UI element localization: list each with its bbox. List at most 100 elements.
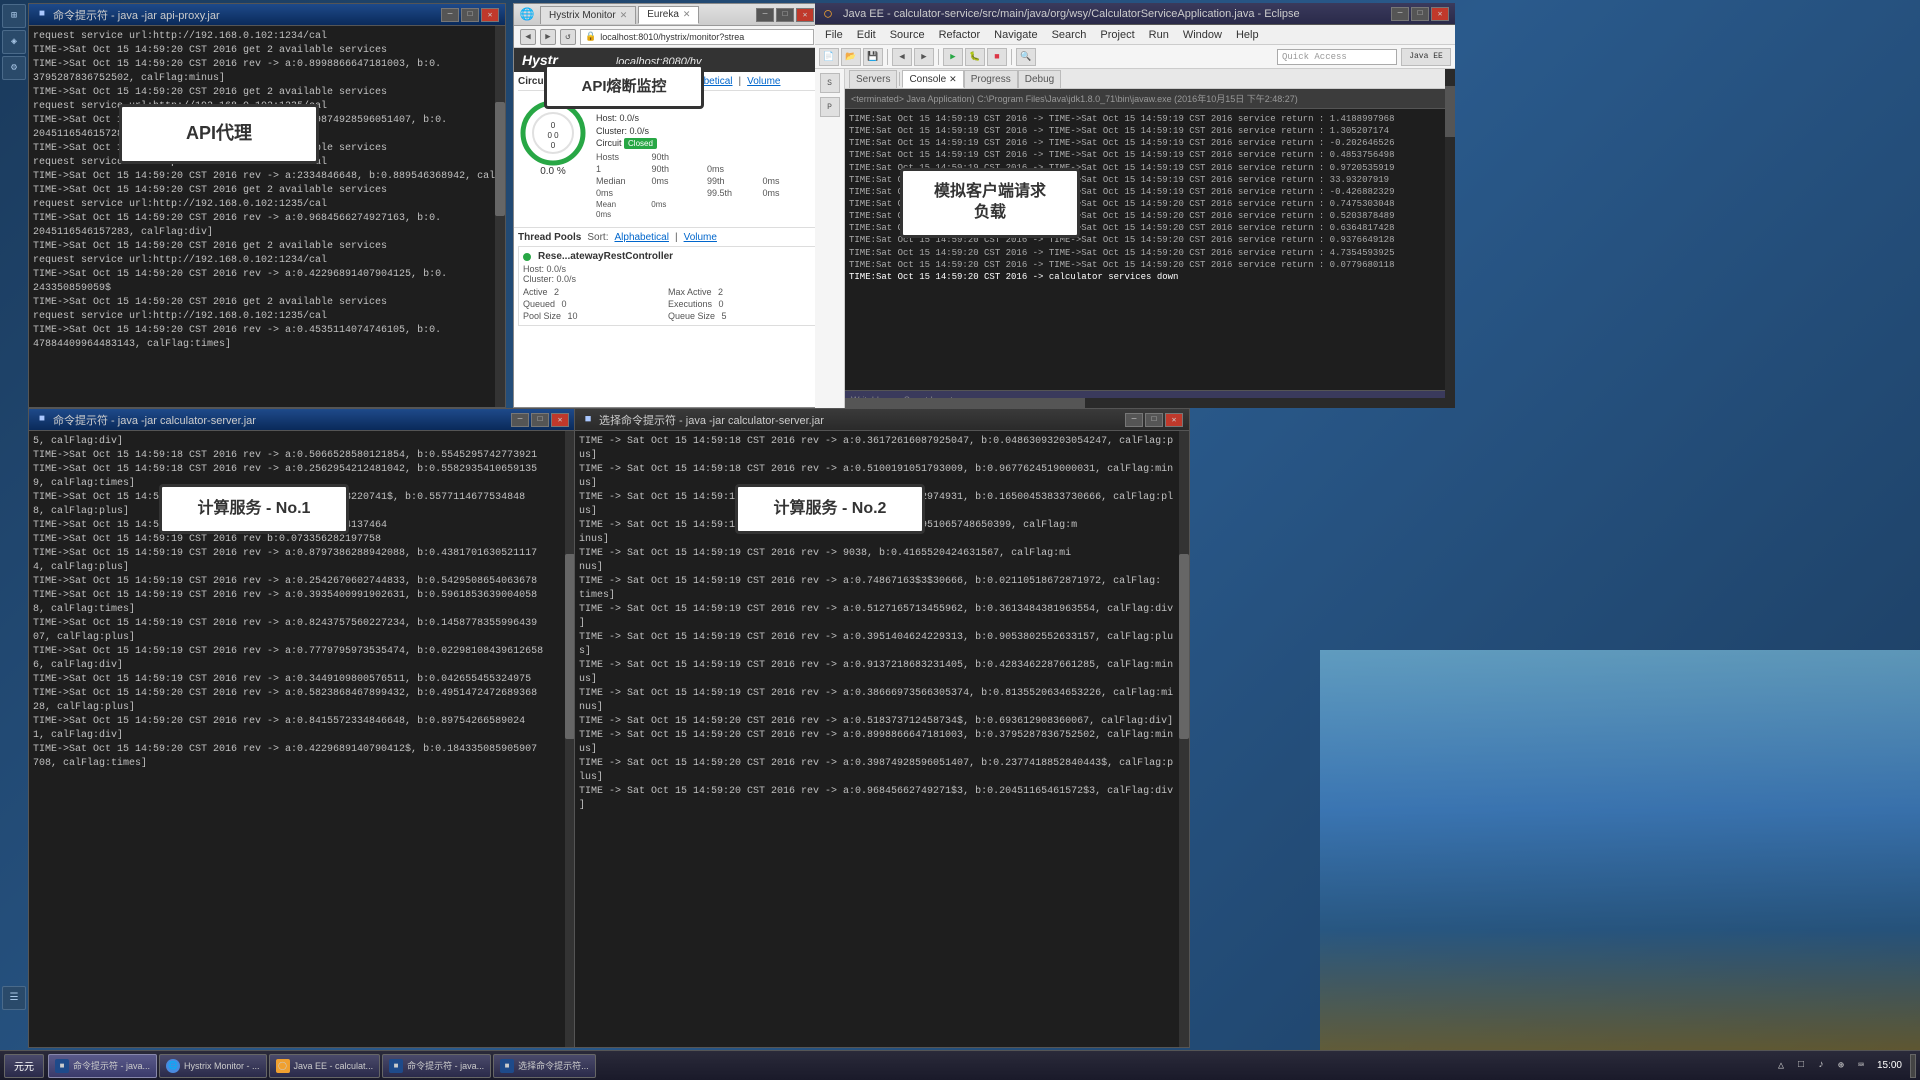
console-line: TIME:Sat Oct 15 14:59:19 CST 2016 -> TIM…: [849, 113, 1451, 125]
taskbar-btn-4[interactable]: ■ 命令提示符 - java...: [382, 1054, 491, 1078]
show-desktop-button[interactable]: [1910, 1054, 1916, 1078]
cmd-line: TIME->Sat Oct 15 14:59:20 CST 2016 rev -…: [33, 324, 501, 338]
menu-project[interactable]: Project: [1094, 27, 1140, 43]
maximize-eclipse[interactable]: □: [1411, 7, 1429, 21]
eclipse-servers-btn[interactable]: S: [820, 73, 840, 93]
threadpool-item: Rese...atewayRestController Host: 0.0/s …: [518, 246, 816, 326]
nav-forward[interactable]: ▶: [540, 29, 556, 45]
sidebar-icon-1[interactable]: ⊞: [2, 4, 26, 28]
sidebar-icon-2[interactable]: ◈: [2, 30, 26, 54]
maximize-cmd3[interactable]: □: [1145, 413, 1163, 427]
tab-progress[interactable]: Progress: [964, 70, 1018, 88]
tb-search[interactable]: 🔍: [1016, 48, 1036, 66]
tab-console[interactable]: Console ✕: [902, 70, 963, 88]
tp-sort-alpha[interactable]: Alphabetical: [614, 232, 668, 243]
console-close-icon[interactable]: ✕: [949, 74, 957, 85]
taskbar-btn-2[interactable]: 🌐 Hystrix Monitor - ...: [159, 1054, 267, 1078]
menu-help[interactable]: Help: [1230, 27, 1265, 43]
menu-edit[interactable]: Edit: [851, 27, 882, 43]
close-cmd2[interactable]: ✕: [551, 413, 569, 427]
minimize-btn-1[interactable]: ─: [441, 8, 459, 22]
browser-titlebar: 🌐 Hystrix Monitor ✕ Eureka ✕ ─ □ ✕: [514, 4, 820, 26]
menu-window[interactable]: Window: [1177, 27, 1228, 43]
tb-debug[interactable]: 🐛: [965, 48, 985, 66]
eclipse-toolbar: 📄 📂 💾 ◀ ▶ ▶ 🐛 ■ 🔍 Quick Access Java EE: [815, 45, 1455, 69]
taskbar-icon-3: ◯: [276, 1059, 290, 1073]
cmd-line: 28, calFlag:plus]: [33, 701, 571, 715]
tb-save[interactable]: 💾: [863, 48, 883, 66]
cmd-line: 2045116546157283, calFlag:div]: [33, 226, 501, 240]
sys-icon-3[interactable]: ⊕: [1833, 1058, 1849, 1074]
sort-volume[interactable]: Volume: [747, 76, 780, 87]
sidebar: ⊞ ◈ ⚙ ☰: [0, 0, 28, 1050]
tb-forward[interactable]: ▶: [914, 48, 934, 66]
tab-servers[interactable]: Servers: [849, 70, 897, 88]
cmd-titlebar-3: ■ 选择命令提示符 - java -jar calculator-server.…: [575, 409, 1189, 431]
scrollbar-cmd3[interactable]: [1179, 431, 1189, 1047]
menu-refactor[interactable]: Refactor: [933, 27, 987, 43]
url-bar[interactable]: 🔒 localhost:8010/hystrix/monitor?strea: [580, 29, 814, 45]
sidebar-icon-4[interactable]: ☰: [2, 986, 26, 1010]
sidebar-icon-3[interactable]: ⚙: [2, 56, 26, 80]
tp-sort-volume[interactable]: Volume: [684, 232, 717, 243]
minimize-cmd3[interactable]: ─: [1125, 413, 1143, 427]
start-button[interactable]: 元元: [4, 1054, 44, 1078]
cmd-line: TIME->Sat Oct 15 14:59:20 CST 2016 get 2…: [33, 240, 501, 254]
tb-stop[interactable]: ■: [987, 48, 1007, 66]
minimize-cmd2[interactable]: ─: [511, 413, 529, 427]
close-btn-1[interactable]: ✕: [481, 8, 499, 22]
taskbar-btn-1[interactable]: ■ 命令提示符 - java...: [48, 1054, 157, 1078]
tb-perspective[interactable]: Java EE: [1401, 48, 1451, 66]
sys-icon-1[interactable]: □: [1793, 1058, 1809, 1074]
browser-tab-hystrix[interactable]: Hystrix Monitor ✕: [540, 6, 636, 24]
maximize-cmd2[interactable]: □: [531, 413, 549, 427]
cmd-controls-3: ─ □ ✕: [1125, 413, 1183, 427]
eclipse-view-area: S P Servers Console ✕ Progress Debug <te…: [815, 69, 1455, 408]
menu-file[interactable]: File: [819, 27, 849, 43]
console-line: TIME:Sat Oct 15 14:59:20 CST 2016 -> cal…: [849, 271, 1451, 283]
taskbar-clock[interactable]: 15:00: [1877, 1059, 1902, 1072]
sys-icon-uac[interactable]: △: [1773, 1058, 1789, 1074]
minimize-eclipse[interactable]: ─: [1391, 7, 1409, 21]
tab-debug[interactable]: Debug: [1018, 70, 1061, 88]
eclipse-pkg-btn[interactable]: P: [820, 97, 840, 117]
menu-source[interactable]: Source: [884, 27, 931, 43]
maximize-hystrix[interactable]: □: [776, 8, 794, 22]
cmd-line: TIME->Sat Oct 15 14:59:19 CST 2016 rev -…: [33, 575, 571, 589]
cmd-line: TIME->Sat Oct 15 14:59:20 CST 2016 get 2…: [33, 184, 501, 198]
taskbar-btn-3[interactable]: ◯ Java EE - calculat...: [269, 1054, 381, 1078]
cmd-line: TIME->Sat Oct 15 14:59:19 CST 2016 rev -…: [33, 673, 571, 687]
tb-new[interactable]: 📄: [819, 48, 839, 66]
menu-run[interactable]: Run: [1143, 27, 1175, 43]
quick-access-input[interactable]: Quick Access: [1277, 49, 1397, 65]
sys-icon-4[interactable]: ⌨: [1853, 1058, 1869, 1074]
cmd-line: 6, calFlag:div]: [33, 659, 571, 673]
maximize-btn-1[interactable]: □: [461, 8, 479, 22]
sys-icon-2[interactable]: ♪: [1813, 1058, 1829, 1074]
tab-close-eureka[interactable]: ✕: [683, 9, 691, 20]
cmd-line: TIME -> Sat Oct 15 14:59:18 CST 2016 rev…: [579, 463, 1185, 477]
menu-search[interactable]: Search: [1046, 27, 1093, 43]
nav-refresh[interactable]: ↺: [560, 29, 576, 45]
nav-back[interactable]: ◀: [520, 29, 536, 45]
close-eclipse[interactable]: ✕: [1431, 7, 1449, 21]
cmd-line: TIME->Sat Oct 15 14:59:19 CST 2016 rev -…: [33, 589, 571, 603]
menu-navigate[interactable]: Navigate: [988, 27, 1043, 43]
scrollbar-cmd1[interactable]: [495, 26, 505, 407]
browser-tab-eureka[interactable]: Eureka ✕: [638, 6, 699, 24]
cmd-line: 4, calFlag:plus]: [33, 561, 571, 575]
close-hystrix[interactable]: ✕: [796, 8, 814, 22]
tb-run[interactable]: ▶: [943, 48, 963, 66]
eclipse-scrollbar[interactable]: [1445, 89, 1455, 390]
tb-back[interactable]: ◀: [892, 48, 912, 66]
taskbar-sys-icons: △ □ ♪ ⊕ ⌨: [1773, 1058, 1869, 1074]
tb-open[interactable]: 📂: [841, 48, 861, 66]
minimize-hystrix[interactable]: ─: [756, 8, 774, 22]
close-cmd3[interactable]: ✕: [1165, 413, 1183, 427]
cmd-line: TIME -> Sat Oct 15 14:59:19 CST 2016 rev…: [579, 575, 1185, 589]
scrollbar-thumb-cmd1: [495, 102, 505, 216]
cmd-line: request service url:http://192.168.0.102…: [33, 30, 501, 44]
cmd-line: us]: [579, 449, 1185, 463]
tab-close-hystrix[interactable]: ✕: [620, 10, 628, 21]
taskbar-btn-5[interactable]: ■ 选择命令提示符...: [493, 1054, 596, 1078]
